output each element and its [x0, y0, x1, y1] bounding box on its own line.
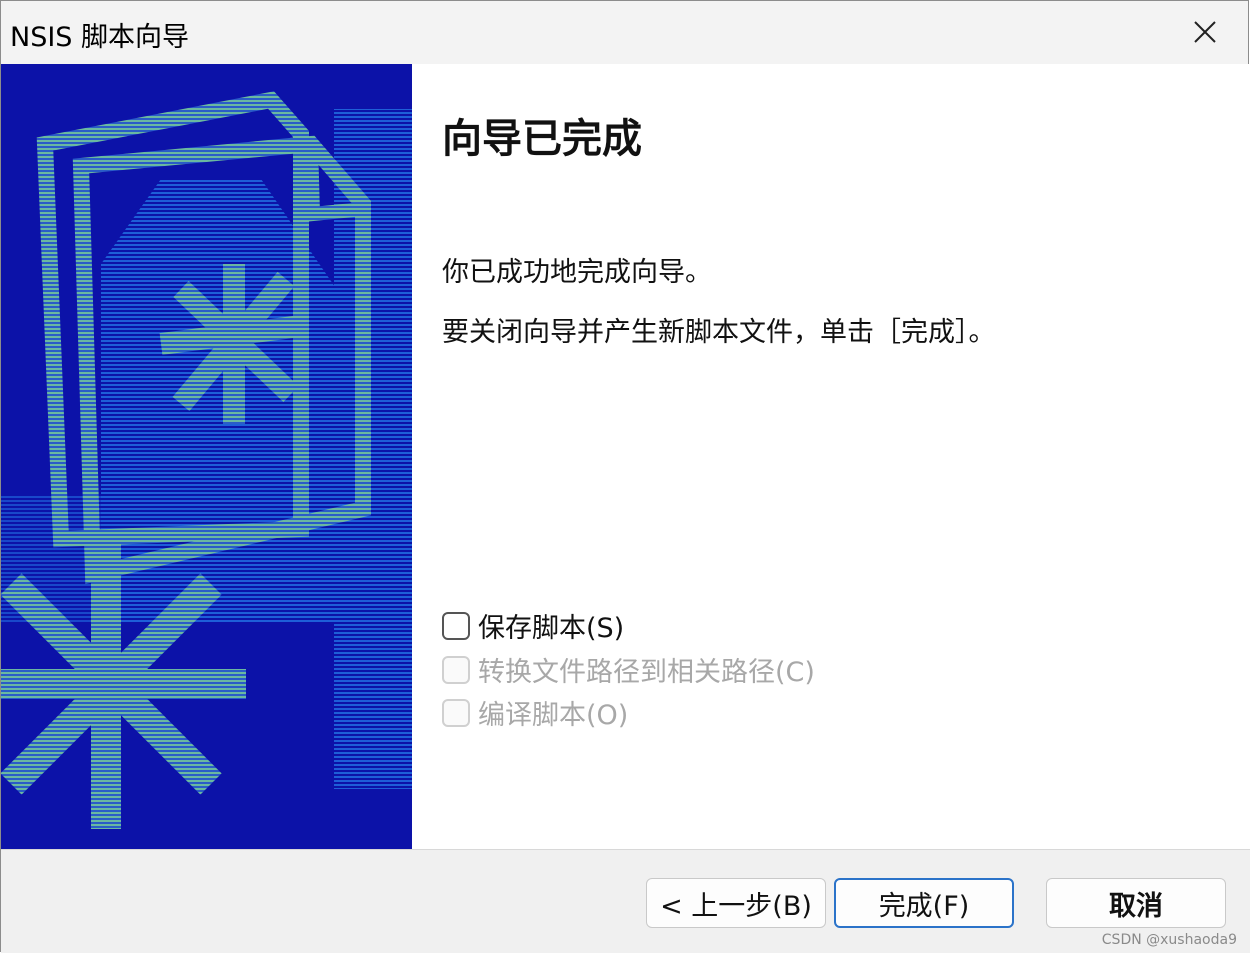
page-heading: 向导已完成	[442, 116, 642, 162]
wizard-footer: < 上一步(B) 完成(F) 取消	[1, 849, 1250, 953]
compile-script-checkbox: 编译脚本(O)	[442, 693, 628, 732]
wizard-banner-image	[1, 64, 412, 849]
title-bar[interactable]: NSIS 脚本向导	[1, 1, 1248, 64]
checkbox-box[interactable]	[442, 611, 470, 640]
checkbox-box	[442, 655, 470, 684]
save-script-label: 保存脚本(S)	[478, 613, 625, 644]
close-button[interactable]	[1162, 1, 1248, 63]
save-script-checkbox[interactable]: 保存脚本(S)	[442, 606, 624, 645]
convert-paths-checkbox: 转换文件路径到相关路径(C)	[442, 650, 815, 689]
watermark-text: CSDN @xushaoda9	[1101, 932, 1237, 948]
completion-message: 你已成功地完成向导。	[442, 257, 712, 288]
back-button[interactable]: < 上一步(B)	[646, 878, 826, 928]
window-title: NSIS 脚本向导	[10, 22, 190, 53]
compile-script-label: 编译脚本(O)	[478, 700, 629, 731]
wizard-window: NSIS 脚本向导 向导已完成 你已成功地完成向导。 要关闭向导并产生新脚本文件…	[0, 0, 1250, 953]
wizard-main-panel: 向导已完成 你已成功地完成向导。 要关闭向导并产生新脚本文件，单击［完成］。 保…	[412, 64, 1250, 849]
checkbox-box	[442, 698, 470, 727]
wizard-content: 向导已完成 你已成功地完成向导。 要关闭向导并产生新脚本文件，单击［完成］。 保…	[1, 64, 1250, 849]
close-icon	[1194, 21, 1216, 43]
cancel-button[interactable]: 取消	[1046, 878, 1226, 928]
convert-paths-label: 转换文件路径到相关路径(C)	[478, 657, 815, 688]
instruction-message: 要关闭向导并产生新脚本文件，单击［完成］。	[442, 317, 996, 348]
finish-button[interactable]: 完成(F)	[834, 878, 1014, 928]
